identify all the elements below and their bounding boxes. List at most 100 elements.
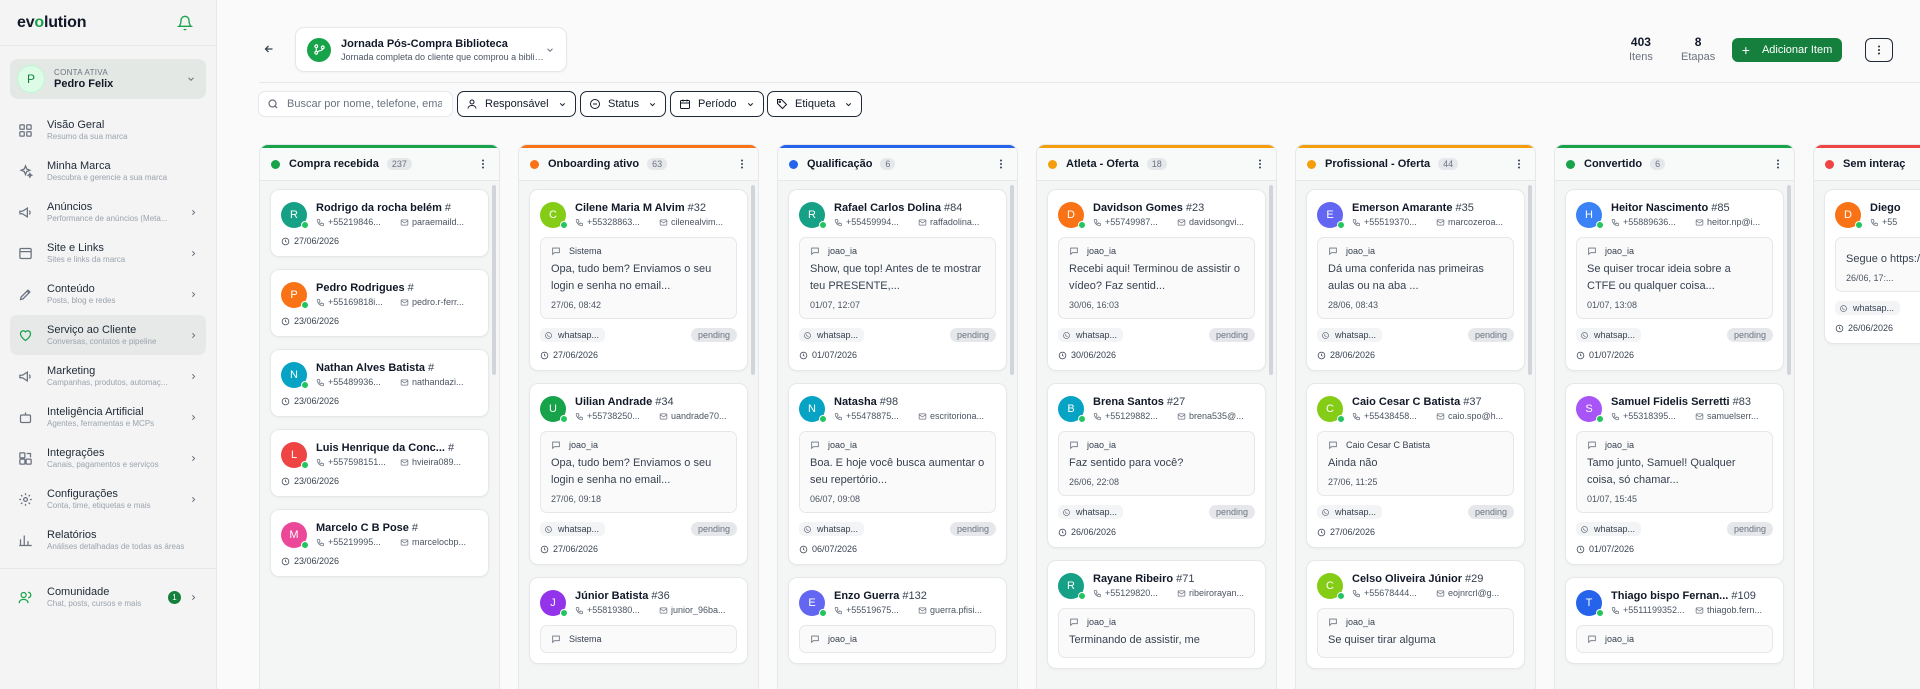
message-sender: joao_ia	[569, 440, 599, 450]
column-scrollbar[interactable]	[1269, 185, 1273, 375]
app-logo[interactable]: evolution	[17, 14, 87, 32]
sidebar-item-minha-marca[interactable]: Minha Marca Descubra e gerencie a sua mar…	[10, 151, 206, 191]
add-item-button[interactable]: + Adicionar Item	[1732, 38, 1842, 62]
lead-card[interactable]: M Marcelo C B Pose # +55219995... marcelocbp…	[270, 509, 489, 577]
message-icon	[1070, 618, 1078, 627]
sidebar-item-conteudo[interactable]: Conteúdo Posts, blog e redes	[10, 274, 206, 314]
lead-name: Cilene Maria M Alvim #32	[575, 202, 706, 214]
sidebar-item-sub: Sites e links da marca	[47, 255, 126, 264]
sidebar-item-site-e-links[interactable]: Site e Links Sites e links da marca	[10, 233, 206, 273]
lead-card[interactable]: D Diego +55 Segue o https://p 26/06, 17:... w…	[1824, 189, 1920, 344]
sidebar-item-integracoes[interactable]: Integrações Canais, pagamentos e serviços	[10, 438, 206, 478]
lead-card[interactable]: N Natasha #98 +55478875... escritoriona... jo…	[788, 383, 1007, 565]
items-stat: 403 Itens	[1629, 35, 1653, 63]
more-vertical-icon[interactable]	[477, 158, 489, 170]
column-scrollbar[interactable]	[751, 185, 755, 375]
lead-card[interactable]: T Thiago bispo Fernan... #109 +5511199352..…	[1565, 577, 1784, 664]
lead-number: #32	[687, 202, 706, 214]
avatar: D	[1058, 202, 1086, 229]
kanban-board: Compra recebida 237 R Rodrigo da rocha belé…	[259, 144, 1920, 689]
lead-card[interactable]: H Heitor Nascimento #85 +55889636... heitor.…	[1565, 189, 1784, 371]
search-input[interactable]	[287, 98, 442, 110]
filter-status[interactable]: Status	[580, 91, 667, 117]
lead-name: Brena Santos #27	[1093, 396, 1186, 408]
lead-card[interactable]: U Uilian Andrade #34 +55738250... uandrade70…	[529, 383, 748, 565]
lead-card[interactable]: E Enzo Guerra #132 +55519675... guerra.pfisi…	[788, 577, 1007, 664]
message-sender: joao_ia	[1605, 634, 1635, 644]
lead-card[interactable]: S Samuel Fidelis Serretti #83 +55318395... s…	[1565, 383, 1784, 565]
lead-name: Heitor Nascimento #85	[1611, 202, 1730, 214]
more-vertical-icon[interactable]	[1772, 158, 1784, 170]
lead-name: Nathan Alves Batista #	[316, 362, 435, 374]
lead-card[interactable]: N Nathan Alves Batista # +55489936... nathan…	[270, 349, 489, 417]
online-indicator	[1596, 415, 1604, 423]
lead-card[interactable]: L Luis Henrique da Conc... # +557598151... h…	[270, 429, 489, 497]
card-date: 23/06/2026	[294, 316, 340, 326]
card-date: 01/07/2026	[1589, 350, 1635, 360]
bell-icon[interactable]	[177, 15, 193, 31]
filter-etiqueta[interactable]: Etiqueta	[767, 91, 863, 117]
column-scrollbar[interactable]	[1528, 185, 1532, 375]
sidebar-item-inteligencia-artificial[interactable]: Inteligência Artificial Agentes, ferramen…	[10, 397, 206, 437]
sidebar-item-marketing[interactable]: Marketing Campanhas, produtos, automaç...	[10, 356, 206, 396]
column-header[interactable]: Atleta - Oferta 18	[1037, 148, 1276, 181]
more-vertical-icon[interactable]	[1513, 158, 1525, 170]
lead-card[interactable]: J Júnior Batista #36 +55819380... junior_96b…	[529, 577, 748, 664]
column-header[interactable]: Sem interaç	[1814, 148, 1920, 181]
message-text: Se quiser tirar alguma	[1328, 634, 1436, 646]
lead-card[interactable]: R Rodrigo da rocha belém # +55219846... para…	[270, 189, 489, 257]
lead-card[interactable]: D Davidson Gomes #23 +55749987... davidsongv…	[1047, 189, 1266, 371]
lead-name: Rafael Carlos Dolina #84	[834, 202, 963, 214]
sidebar-item-label: Integrações	[47, 447, 105, 459]
sidebar-item-visao-geral[interactable]: Visão Geral Resumo da sua marca	[10, 110, 206, 150]
lead-card[interactable]: C Caio Cesar C Batista #37 +55438458... caio…	[1306, 383, 1525, 548]
calendar-icon	[680, 99, 690, 109]
column-scrollbar[interactable]	[1787, 185, 1791, 375]
account-switcher[interactable]: P CONTA ATIVA Pedro Felix	[10, 59, 206, 99]
filter-periodo[interactable]: Período	[670, 91, 764, 117]
column-scrollbar[interactable]	[1010, 185, 1014, 375]
filter-responsavel[interactable]: Responsável	[457, 91, 576, 117]
lead-card[interactable]: R Rafael Carlos Dolina #84 +55459994... raff…	[788, 189, 1007, 371]
journey-title: Jornada Pós-Compra Biblioteca	[341, 37, 508, 50]
lead-card[interactable]: R Rayane Ribeiro #71 +55129820... ribeiroray…	[1047, 560, 1266, 669]
more-vertical-icon[interactable]	[1254, 158, 1266, 170]
clock-icon	[281, 237, 290, 245]
column-scrollbar[interactable]	[492, 185, 496, 375]
lead-card[interactable]: C Celso Oliveira Júnior #29 +55678444... eoj…	[1306, 560, 1525, 669]
online-indicator	[819, 221, 827, 229]
card-date: 26/06/2026	[1848, 323, 1894, 333]
card-date: 23/06/2026	[294, 476, 340, 486]
column-header[interactable]: Convertido 6	[1555, 148, 1794, 181]
message-time: 28/06, 08:43	[1328, 300, 1379, 310]
sidebar-item-servico-ao-cliente[interactable]: Serviço ao Cliente Conversas, contatos e …	[10, 315, 206, 355]
lead-card[interactable]: C Cilene Maria M Alvim #32 +55328863... cile…	[529, 189, 748, 371]
column-header[interactable]: Profissional - Oferta 44	[1296, 148, 1535, 181]
clock-icon	[281, 317, 290, 325]
lead-email: escritoriona...	[930, 411, 985, 421]
more-vertical-icon[interactable]	[995, 158, 1007, 170]
lead-card[interactable]: B Brena Santos #27 +55129882... brena535@...…	[1047, 383, 1266, 548]
lead-phone: +55219995...	[328, 537, 381, 547]
card-date: 23/06/2026	[294, 556, 340, 566]
main-area: Jornada Pós-Compra Biblioteca Jornada co…	[235, 0, 1920, 689]
last-message: joao_ia Opa, tudo bem? Enviamos o seu log…	[540, 431, 737, 513]
journey-selector[interactable]: Jornada Pós-Compra Biblioteca Jornada co…	[295, 27, 567, 72]
column-header[interactable]: Onboarding ativo 63	[519, 148, 758, 181]
lead-card[interactable]: P Pedro Rodrigues # +55169818i... pedro.r-fe…	[270, 269, 489, 337]
sidebar-item-comunidade[interactable]: Comunidade Chat, posts, cursos e mais 1	[10, 577, 206, 617]
column-header[interactable]: Compra recebida 237	[260, 148, 499, 181]
message-icon	[1070, 441, 1078, 450]
more-vertical-icon	[1878, 45, 1880, 55]
sidebar-item-configuracoes[interactable]: Configurações Conta, time, etiquetas e ma…	[10, 479, 206, 519]
more-options-button[interactable]	[1865, 38, 1893, 62]
lead-card[interactable]: E Emerson Amarante #35 +55519370... marcozer…	[1306, 189, 1525, 371]
sidebar-item-relatorios[interactable]: Relatórios Análises detalhadas de todas a…	[10, 520, 206, 560]
arrow-left-icon[interactable]	[263, 43, 275, 55]
column-header[interactable]: Qualificação 6	[778, 148, 1017, 181]
sidebar-item-anuncios[interactable]: Anúncios Performance de anúncios (Meta...	[10, 192, 206, 232]
mail-icon	[1436, 219, 1445, 225]
online-indicator	[560, 609, 568, 617]
lead-phone: +55	[1882, 217, 1898, 227]
more-vertical-icon[interactable]	[736, 158, 748, 170]
